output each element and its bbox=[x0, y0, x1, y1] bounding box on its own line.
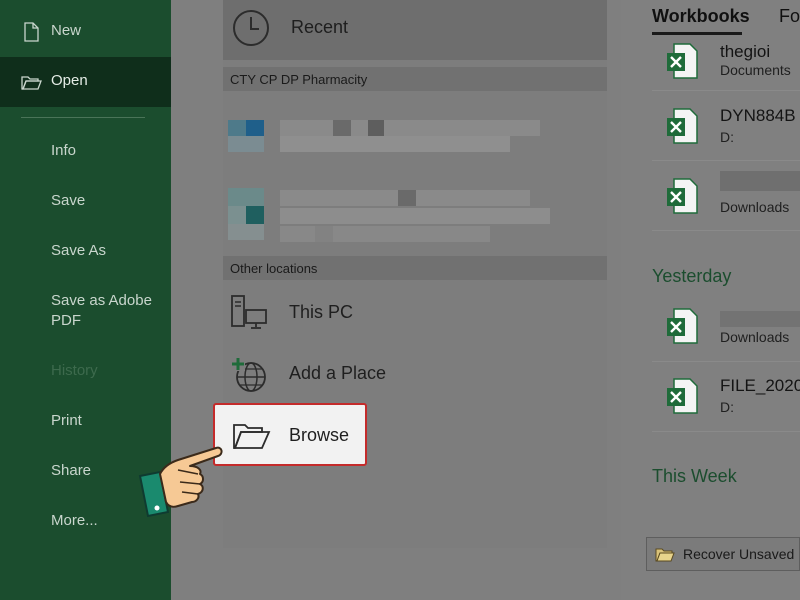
workbook-location: Documents bbox=[720, 62, 791, 78]
clock-icon bbox=[233, 10, 269, 46]
location-recent-label: Recent bbox=[291, 17, 349, 37]
recover-unsaved-button[interactable]: Recover Unsaved bbox=[646, 537, 800, 571]
location-this-pc-label: This PC bbox=[289, 302, 354, 322]
workbook-item[interactable]: Downloads bbox=[652, 291, 800, 361]
nav-history-label: History bbox=[51, 362, 98, 379]
folder-icon bbox=[655, 548, 675, 562]
workbook-item[interactable]: thegioi Documents bbox=[652, 20, 800, 88]
nav-save-as-label: Save As bbox=[51, 242, 107, 259]
excel-file-icon bbox=[667, 178, 698, 214]
nav-open[interactable]: Open bbox=[0, 57, 171, 107]
nav-save-label: Save bbox=[51, 192, 86, 209]
browse-button[interactable]: Browse bbox=[213, 403, 367, 466]
nav-save-as-adobe-pdf-label: Save as Adobe PDF bbox=[51, 292, 152, 329]
nav-open-label: Open bbox=[51, 72, 88, 89]
new-document-icon bbox=[24, 22, 39, 42]
other-locations-label: Other locations bbox=[230, 261, 318, 276]
recover-unsaved-label: Recover Unsaved bbox=[683, 546, 795, 562]
location-add-a-place[interactable]: Add a Place bbox=[223, 345, 607, 403]
workbook-name: FILE_2020 bbox=[720, 376, 800, 395]
nav-new[interactable]: New bbox=[0, 7, 171, 57]
nav-new-label: New bbox=[51, 22, 82, 39]
workbook-name: DYN884B bbox=[720, 106, 796, 125]
group-header-this-week: This Week bbox=[652, 466, 737, 486]
excel-file-icon bbox=[667, 43, 698, 79]
pointing-hand-icon bbox=[138, 446, 223, 518]
computer-icon bbox=[231, 295, 267, 329]
account-location-sharepoint[interactable] bbox=[223, 185, 607, 245]
workbook-item[interactable]: FILE_2020 D: bbox=[652, 361, 800, 431]
excel-file-icon bbox=[667, 308, 698, 344]
nav-history: History bbox=[0, 347, 171, 397]
excel-file-icon bbox=[667, 108, 698, 144]
redacted-filename bbox=[720, 311, 800, 327]
workbook-item[interactable]: Downloads bbox=[652, 161, 800, 231]
nav-save-as[interactable]: Save As bbox=[0, 227, 171, 277]
excel-file-icon bbox=[667, 378, 698, 414]
account-location-onedrive[interactable] bbox=[223, 105, 607, 165]
location-add-a-place-label: Add a Place bbox=[289, 363, 387, 383]
account-section-header: CTY CP DP Pharmacity bbox=[223, 67, 607, 91]
workbooks-panel: Workbooks Fo thegioi Documents DYN884B D… bbox=[621, 0, 800, 600]
browse-button-label: Browse bbox=[289, 425, 350, 445]
workbook-location: D: bbox=[720, 129, 734, 145]
workbook-location: Downloads bbox=[720, 199, 790, 215]
nav-share-label: Share bbox=[51, 462, 92, 479]
account-section-label: CTY CP DP Pharmacity bbox=[230, 72, 368, 87]
workbook-separator bbox=[652, 431, 800, 432]
workbook-item[interactable]: DYN884B D: bbox=[652, 91, 800, 161]
redacted-filename bbox=[720, 171, 800, 191]
open-folder-icon bbox=[21, 76, 42, 90]
nav-divider bbox=[21, 117, 145, 118]
workbook-name: thegioi bbox=[720, 42, 771, 61]
location-recent[interactable]: Recent bbox=[223, 0, 607, 60]
nav-print-label: Print bbox=[51, 412, 82, 429]
other-locations-header: Other locations bbox=[223, 256, 607, 280]
nav-save-as-adobe-pdf[interactable]: Save as Adobe PDF bbox=[0, 277, 171, 345]
workbook-location: Downloads bbox=[720, 329, 790, 345]
locations-panel: Recent CTY CP DP Pharmacity Other locati… bbox=[171, 0, 621, 600]
folder-icon bbox=[233, 424, 271, 449]
nav-more-label: More... bbox=[51, 512, 98, 529]
workbook-separator bbox=[652, 230, 800, 231]
workbook-location: D: bbox=[720, 399, 734, 415]
nav-info[interactable]: Info bbox=[0, 127, 171, 177]
add-globe-icon bbox=[231, 357, 266, 392]
location-this-pc[interactable]: This PC bbox=[223, 284, 607, 342]
nav-info-label: Info bbox=[51, 142, 77, 159]
group-header-yesterday: Yesterday bbox=[652, 266, 732, 286]
nav-save[interactable]: Save bbox=[0, 177, 171, 227]
